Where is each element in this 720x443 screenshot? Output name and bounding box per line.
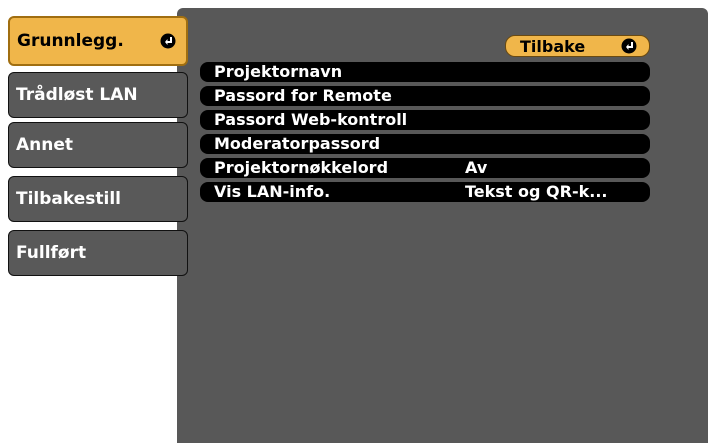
setting-row-web-control-password[interactable]: Passord Web-kontroll: [200, 110, 650, 130]
sidebar-item-grunnlegg[interactable]: Grunnlegg.: [8, 16, 188, 66]
sidebar-item-wireless-lan[interactable]: Trådløst LAN: [8, 72, 188, 118]
sidebar-item-label: Fullført: [16, 243, 87, 263]
setting-value: Av: [465, 158, 488, 177]
setting-label: Passord Web-kontroll: [214, 110, 408, 129]
setting-value: Tekst og QR-k...: [465, 182, 608, 201]
sidebar-item-label: Trådløst LAN: [16, 85, 138, 105]
sidebar-item-label: Grunnlegg.: [17, 31, 124, 51]
setting-label: Projektornøkkelord: [214, 158, 389, 177]
back-button-label: Tilbake: [520, 36, 586, 56]
setting-label: Vis LAN-info.: [214, 182, 331, 201]
sidebar-item-complete[interactable]: Fullført: [8, 230, 188, 276]
setting-label: Projektornavn: [214, 62, 343, 81]
enter-icon: [621, 38, 637, 54]
sidebar-item-label: Annet: [16, 135, 74, 155]
back-button[interactable]: Tilbake: [505, 35, 650, 57]
setting-label: Passord for Remote: [214, 86, 392, 105]
setting-row-projector-keyword[interactable]: Projektornøkkelord Av: [200, 158, 650, 178]
setting-row-show-lan-info[interactable]: Vis LAN-info. Tekst og QR-k...: [200, 182, 650, 202]
setting-label: Moderatorpassord: [214, 134, 381, 153]
setting-row-remote-password[interactable]: Passord for Remote: [200, 86, 650, 106]
sidebar-item-other[interactable]: Annet: [8, 122, 188, 168]
setting-row-projector-name[interactable]: Projektornavn: [200, 62, 650, 82]
setting-row-moderator-password[interactable]: Moderatorpassord: [200, 134, 650, 154]
enter-icon: [160, 33, 176, 49]
sidebar-item-label: Tilbakestill: [16, 189, 121, 209]
sidebar-item-reset[interactable]: Tilbakestill: [8, 176, 188, 222]
